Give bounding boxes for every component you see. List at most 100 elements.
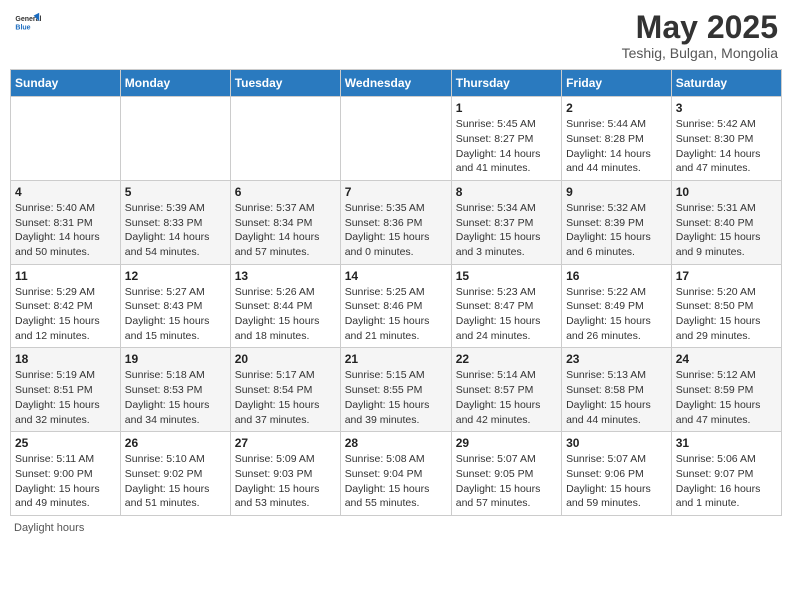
calendar-cell: 13 Sunrise: 5:26 AM Sunset: 8:44 PM Dayli… [230,264,340,348]
day-number: 28 [345,436,447,450]
day-info: Sunrise: 5:10 AM Sunset: 9:02 PM Dayligh… [125,452,226,511]
calendar-cell: 10 Sunrise: 5:31 AM Sunset: 8:40 PM Dayli… [671,180,781,264]
day-info: Sunrise: 5:11 AM Sunset: 9:00 PM Dayligh… [15,452,116,511]
day-number: 4 [15,185,116,199]
day-info: Sunrise: 5:32 AM Sunset: 8:39 PM Dayligh… [566,201,667,260]
calendar-cell: 14 Sunrise: 5:25 AM Sunset: 8:46 PM Dayli… [340,264,451,348]
day-number: 12 [125,269,226,283]
day-header-tuesday: Tuesday [230,70,340,97]
day-number: 16 [566,269,667,283]
calendar-cell: 1 Sunrise: 5:45 AM Sunset: 8:27 PM Daylig… [451,97,561,181]
calendar-cell: 12 Sunrise: 5:27 AM Sunset: 8:43 PM Dayli… [120,264,230,348]
day-number: 19 [125,352,226,366]
day-header-friday: Friday [562,70,672,97]
calendar-cell [340,97,451,181]
footer: Daylight hours [10,522,782,534]
day-number: 3 [676,101,777,115]
day-info: Sunrise: 5:06 AM Sunset: 9:07 PM Dayligh… [676,452,777,511]
calendar-cell: 19Sunrise: 5:18 AM Sunset: 8:53 PM Dayli… [120,348,230,432]
calendar-table: SundayMondayTuesdayWednesdayThursdayFrid… [10,69,782,516]
day-info: Sunrise: 5:15 AM Sunset: 8:55 PM Dayligh… [345,368,447,427]
calendar-week-5: 25 Sunrise: 5:11 AM Sunset: 9:00 PM Dayli… [11,432,782,516]
day-header-thursday: Thursday [451,70,561,97]
title-block: May 2025 Teshig, Bulgan, Mongolia [622,10,778,61]
location-subtitle: Teshig, Bulgan, Mongolia [622,45,778,61]
day-number: 29 [456,436,557,450]
day-info: Sunrise: 5:13 AM Sunset: 8:58 PM Dayligh… [566,368,667,427]
calendar-week-2: 4 Sunrise: 5:40 AM Sunset: 8:31 PM Daylig… [11,180,782,264]
day-info: Sunrise: 5:09 AM Sunset: 9:03 PM Dayligh… [235,452,336,511]
day-number: 10 [676,185,777,199]
day-number: 11 [15,269,116,283]
calendar-cell [120,97,230,181]
day-number: 7 [345,185,447,199]
calendar-cell: 27Sunrise: 5:09 AM Sunset: 9:03 PM Dayli… [230,432,340,516]
day-number: 22 [456,352,557,366]
day-number: 14 [345,269,447,283]
day-info: Sunrise: 5:07 AM Sunset: 9:05 PM Dayligh… [456,452,557,511]
page-header: General Blue May 2025 Teshig, Bulgan, Mo… [10,10,782,61]
calendar-cell: 30Sunrise: 5:07 AM Sunset: 9:06 PM Dayli… [562,432,672,516]
calendar-cell: 25 Sunrise: 5:11 AM Sunset: 9:00 PM Dayli… [11,432,121,516]
day-number: 20 [235,352,336,366]
day-number: 2 [566,101,667,115]
day-number: 5 [125,185,226,199]
day-info: Sunrise: 5:08 AM Sunset: 9:04 PM Dayligh… [345,452,447,511]
day-info: Sunrise: 5:40 AM Sunset: 8:31 PM Dayligh… [15,201,116,260]
calendar-cell: 31 Sunrise: 5:06 AM Sunset: 9:07 PM Dayli… [671,432,781,516]
day-info: Sunrise: 5:26 AM Sunset: 8:44 PM Dayligh… [235,285,336,344]
calendar-cell: 22 Sunrise: 5:14 AM Sunset: 8:57 PM Dayli… [451,348,561,432]
calendar-cell: 5 Sunrise: 5:39 AM Sunset: 8:33 PM Daylig… [120,180,230,264]
calendar-cell: 16 Sunrise: 5:22 AM Sunset: 8:49 PM Dayli… [562,264,672,348]
day-info: Sunrise: 5:23 AM Sunset: 8:47 PM Dayligh… [456,285,557,344]
logo: General Blue [14,10,42,38]
svg-text:Blue: Blue [15,25,30,32]
day-number: 23 [566,352,667,366]
calendar-cell: 15 Sunrise: 5:23 AM Sunset: 8:47 PM Dayli… [451,264,561,348]
calendar-cell: 21Sunrise: 5:15 AM Sunset: 8:55 PM Dayli… [340,348,451,432]
calendar-header-row: SundayMondayTuesdayWednesdayThursdayFrid… [11,70,782,97]
calendar-cell: 28 Sunrise: 5:08 AM Sunset: 9:04 PM Dayli… [340,432,451,516]
day-number: 25 [15,436,116,450]
calendar-cell: 3 Sunrise: 5:42 AM Sunset: 8:30 PM Daylig… [671,97,781,181]
day-info: Sunrise: 5:39 AM Sunset: 8:33 PM Dayligh… [125,201,226,260]
calendar-cell: 23 Sunrise: 5:13 AM Sunset: 8:58 PM Dayli… [562,348,672,432]
day-info: Sunrise: 5:27 AM Sunset: 8:43 PM Dayligh… [125,285,226,344]
day-number: 6 [235,185,336,199]
day-number: 1 [456,101,557,115]
day-number: 17 [676,269,777,283]
calendar-cell: 20Sunrise: 5:17 AM Sunset: 8:54 PM Dayli… [230,348,340,432]
day-number: 15 [456,269,557,283]
day-number: 26 [125,436,226,450]
calendar-cell: 4 Sunrise: 5:40 AM Sunset: 8:31 PM Daylig… [11,180,121,264]
day-header-monday: Monday [120,70,230,97]
day-info: Sunrise: 5:37 AM Sunset: 8:34 PM Dayligh… [235,201,336,260]
logo-icon: General Blue [14,10,42,38]
day-number: 18 [15,352,116,366]
day-info: Sunrise: 5:25 AM Sunset: 8:46 PM Dayligh… [345,285,447,344]
day-number: 13 [235,269,336,283]
calendar-cell: 7Sunrise: 5:35 AM Sunset: 8:36 PM Daylig… [340,180,451,264]
calendar-cell: 8Sunrise: 5:34 AM Sunset: 8:37 PM Daylig… [451,180,561,264]
day-info: Sunrise: 5:22 AM Sunset: 8:49 PM Dayligh… [566,285,667,344]
calendar-cell: 2Sunrise: 5:44 AM Sunset: 8:28 PM Daylig… [562,97,672,181]
calendar-cell: 26 Sunrise: 5:10 AM Sunset: 9:02 PM Dayli… [120,432,230,516]
day-info: Sunrise: 5:45 AM Sunset: 8:27 PM Dayligh… [456,117,557,176]
day-info: Sunrise: 5:07 AM Sunset: 9:06 PM Dayligh… [566,452,667,511]
day-info: Sunrise: 5:42 AM Sunset: 8:30 PM Dayligh… [676,117,777,176]
calendar-cell: 17Sunrise: 5:20 AM Sunset: 8:50 PM Dayli… [671,264,781,348]
day-info: Sunrise: 5:14 AM Sunset: 8:57 PM Dayligh… [456,368,557,427]
day-info: Sunrise: 5:12 AM Sunset: 8:59 PM Dayligh… [676,368,777,427]
day-info: Sunrise: 5:19 AM Sunset: 8:51 PM Dayligh… [15,368,116,427]
day-info: Sunrise: 5:31 AM Sunset: 8:40 PM Dayligh… [676,201,777,260]
calendar-cell: 6 Sunrise: 5:37 AM Sunset: 8:34 PM Daylig… [230,180,340,264]
day-number: 31 [676,436,777,450]
day-number: 8 [456,185,557,199]
calendar-cell [11,97,121,181]
calendar-week-1: 1 Sunrise: 5:45 AM Sunset: 8:27 PM Daylig… [11,97,782,181]
day-header-sunday: Sunday [11,70,121,97]
calendar-cell: 24Sunrise: 5:12 AM Sunset: 8:59 PM Dayli… [671,348,781,432]
calendar-cell [230,97,340,181]
calendar-cell: 29 Sunrise: 5:07 AM Sunset: 9:05 PM Dayli… [451,432,561,516]
calendar-cell: 11Sunrise: 5:29 AM Sunset: 8:42 PM Dayli… [11,264,121,348]
